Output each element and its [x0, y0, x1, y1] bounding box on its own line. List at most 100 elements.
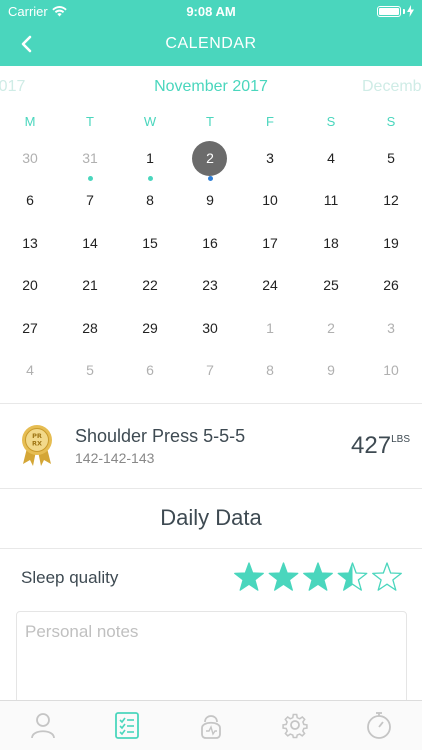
calendar-day[interactable]: 7 — [190, 350, 230, 390]
calendar-day[interactable]: 16 — [190, 223, 230, 263]
calendar-day[interactable]: 1 — [130, 138, 170, 181]
calendar-day[interactable]: 4 — [311, 138, 351, 178]
calendar-day[interactable]: 30 — [10, 138, 50, 178]
calendar-day[interactable]: 28 — [70, 308, 110, 348]
rating-star-icon[interactable] — [303, 562, 333, 591]
calendar-day[interactable]: 15 — [130, 223, 170, 263]
calendar-day[interactable]: 17 — [250, 223, 290, 263]
calendar-day[interactable]: 8 — [130, 180, 170, 220]
calendar-day-number: 9 — [206, 192, 214, 209]
month-carousel[interactable]: r 2017 November 2017 Decemb — [0, 78, 422, 100]
calendar-day[interactable]: 27 — [10, 308, 50, 348]
calendar-day-number: 6 — [146, 362, 154, 378]
rating-star-icon[interactable] — [268, 562, 299, 591]
calendar-day[interactable]: 23 — [190, 265, 230, 305]
current-month-label: November 2017 — [154, 78, 268, 95]
calendar-day[interactable]: 10 — [371, 350, 411, 390]
daily-data-heading: Daily Data — [160, 505, 262, 530]
calendar-day[interactable]: 25 — [311, 265, 351, 305]
calendar-day-number: 4 — [327, 150, 335, 166]
calendar-day[interactable]: 21 — [70, 265, 110, 305]
calendar-day[interactable]: 29 — [130, 308, 170, 348]
profile-icon[interactable] — [28, 710, 58, 740]
kettlebell-icon[interactable] — [196, 710, 226, 740]
calendar-day-number: 10 — [262, 192, 278, 209]
calendar-day[interactable]: 9 — [190, 180, 230, 220]
calendar-day[interactable]: 5 — [70, 350, 110, 390]
rating-star-icon[interactable] — [234, 562, 264, 591]
sleep-quality-rating[interactable] — [232, 560, 404, 594]
tab-bar — [0, 700, 422, 750]
calendar-day[interactable]: 24 — [250, 265, 290, 305]
calendar-day-number: 27 — [22, 319, 38, 336]
personal-record-row[interactable]: PR RX Shoulder Press 5-5-5 142-142-143 4… — [0, 404, 422, 488]
calendar-day-number: 22 — [142, 277, 158, 294]
calendar-day-number: 7 — [206, 362, 214, 378]
calendar-day[interactable]: 6 — [130, 350, 170, 390]
weekday-label: W — [143, 114, 157, 129]
gear-icon[interactable] — [280, 710, 310, 740]
calendar-day-number: 8 — [266, 362, 274, 378]
rating-star-icon[interactable] — [372, 562, 402, 591]
weekday-label: M — [24, 114, 36, 129]
checklist-icon[interactable] — [112, 710, 142, 740]
calendar-day[interactable]: 5 — [371, 138, 411, 178]
calendar-day[interactable]: 4 — [10, 350, 50, 390]
weekday-header: MTWTFSS — [0, 114, 422, 132]
personal-notes-input[interactable] — [17, 612, 406, 710]
calendar-day-number: 30 — [202, 319, 218, 336]
calendar-day[interactable]: 22 — [130, 265, 170, 305]
calendar-day-number: 14 — [82, 234, 98, 251]
calendar-day[interactable]: 19 — [371, 223, 411, 263]
calendar-day[interactable]: 2 — [190, 138, 230, 181]
status-time: 9:08 AM — [186, 4, 236, 19]
calendar-day[interactable]: 26 — [371, 265, 411, 305]
calendar-day[interactable]: 6 — [10, 180, 50, 220]
calendar-day-number: 9 — [327, 362, 335, 378]
calendar-day-number: 3 — [266, 150, 274, 166]
calendar-day-number: 2 — [327, 319, 335, 336]
svg-text:RX: RX — [32, 440, 42, 448]
calendar-day[interactable]: 3 — [250, 138, 290, 178]
calendar-day-number: 25 — [323, 277, 339, 294]
calendar-day-number: 4 — [26, 362, 34, 378]
calendar-day-number: 8 — [146, 192, 154, 209]
calendar-day[interactable]: 1 — [250, 308, 290, 348]
calendar-day[interactable]: 12 — [371, 180, 411, 220]
rating-star-icon[interactable] — [337, 562, 368, 591]
calendar-day[interactable]: 2 — [311, 308, 351, 348]
calendar-day[interactable]: 31 — [70, 138, 110, 181]
calendar-day[interactable]: 10 — [250, 180, 290, 220]
weekday-label: T — [206, 114, 214, 129]
calendar-day[interactable]: 30 — [190, 308, 230, 348]
weekday-label: S — [386, 114, 396, 129]
page-title: CALENDAR — [165, 35, 257, 52]
stopwatch-icon[interactable] — [364, 710, 394, 740]
personal-notes-box[interactable] — [16, 611, 407, 711]
calendar-day-number: 6 — [26, 192, 34, 209]
calendar-day[interactable]: 7 — [70, 180, 110, 220]
calendar-day-number: 18 — [323, 234, 339, 251]
calendar-day-number: 29 — [142, 319, 158, 336]
calendar-day-number: 1 — [266, 319, 274, 336]
calendar-day[interactable]: 13 — [10, 223, 50, 263]
weekday-label: F — [266, 114, 274, 129]
calendar-day[interactable]: 14 — [70, 223, 110, 263]
calendar-day[interactable]: 20 — [10, 265, 50, 305]
divider — [0, 488, 422, 489]
calendar-day[interactable]: 18 — [311, 223, 351, 263]
calendar-day-number: 31 — [82, 150, 98, 166]
calendar-day-number: 28 — [82, 319, 98, 336]
next-month-label[interactable]: Decemb — [362, 78, 422, 96]
calendar-day-number: 1 — [146, 150, 154, 166]
battery-icon — [377, 5, 401, 17]
calendar-day[interactable]: 9 — [311, 350, 351, 390]
calendar-day[interactable]: 8 — [250, 350, 290, 390]
calendar-day[interactable]: 3 — [371, 308, 411, 348]
charging-bolt-icon — [407, 5, 414, 17]
weekday-label: S — [326, 114, 336, 129]
calendar-day[interactable]: 11 — [311, 180, 351, 220]
calendar-day-number: 12 — [383, 192, 399, 209]
calendar-day-number: 5 — [387, 150, 395, 166]
calendar-day-number: 11 — [323, 192, 339, 209]
